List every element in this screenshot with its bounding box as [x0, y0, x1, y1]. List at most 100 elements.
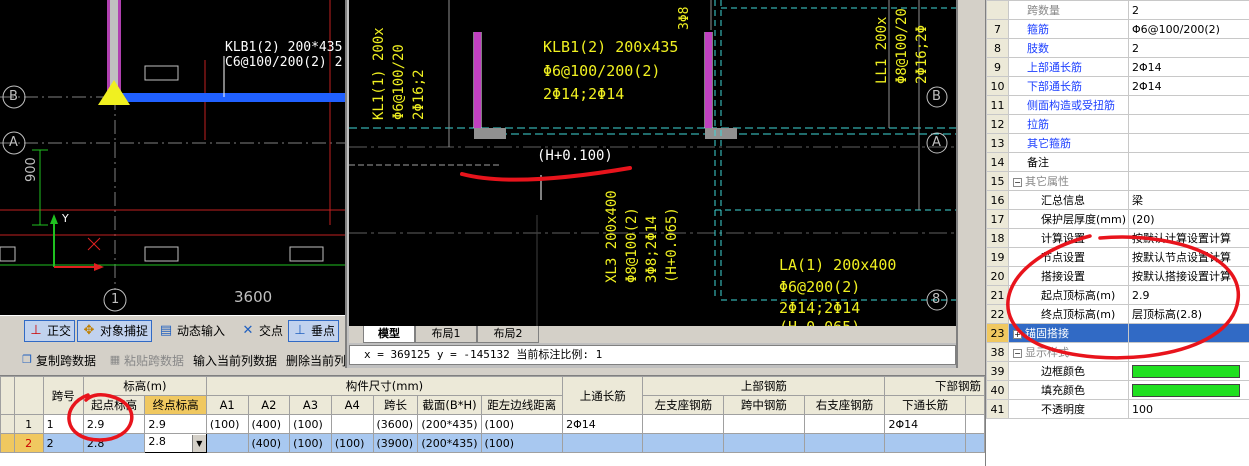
property-name-cell[interactable]: 保护层厚度(mm) [1008, 209, 1129, 229]
cell-start-elev[interactable]: 2.8 [82, 433, 146, 453]
property-name-cell[interactable]: 搭接设置 [1008, 266, 1129, 286]
property-value[interactable] [1128, 342, 1249, 362]
tab-layout2[interactable]: 布局2 [477, 326, 539, 343]
cell-right-support[interactable] [803, 433, 886, 453]
cell-span[interactable]: 1 [42, 414, 84, 434]
header-section[interactable]: 截面(B*H) [417, 395, 482, 415]
cell-a3[interactable]: (100) [289, 414, 332, 434]
cell-end-elev-editor[interactable]: 2.8 ▼ [144, 433, 207, 453]
header-top-through[interactable]: 上通长筋 [562, 376, 644, 415]
property-row[interactable]: 7 箍筋 Φ6@100/200(2) [986, 19, 1249, 39]
dropdown-arrow-icon[interactable]: ▼ [191, 434, 206, 452]
property-row[interactable]: 39 边框颜色 [986, 361, 1249, 381]
header-a1[interactable]: A1 [205, 395, 249, 415]
property-row[interactable]: 22 终点顶标高(m) 层顶标高(2.8) [986, 304, 1249, 324]
property-value[interactable]: 2.9 [1128, 285, 1249, 305]
cell-left-support[interactable] [642, 433, 725, 453]
property-value[interactable] [1128, 323, 1249, 343]
property-row[interactable]: 9 上部通长筋 2Φ14 [986, 57, 1249, 77]
property-value[interactable]: Φ6@100/200(2) [1128, 19, 1249, 39]
header-a3[interactable]: A3 [289, 395, 332, 415]
property-name-cell[interactable]: 起点顶标高(m) [1008, 285, 1129, 305]
property-row[interactable]: 16 汇总信息 梁 [986, 190, 1249, 210]
property-value[interactable]: 100 [1128, 399, 1249, 419]
cell-left-distance[interactable]: (100) [480, 433, 564, 453]
property-value[interactable]: 2Φ14 [1128, 57, 1249, 77]
property-name-cell[interactable]: 拉筋 [1008, 114, 1129, 134]
ortho-toggle[interactable]: ⊥ 正交 [24, 320, 76, 342]
collapse-icon[interactable]: − [1013, 178, 1022, 187]
delete-column-button[interactable]: 删除当前列 [270, 352, 346, 370]
header-bottom-through[interactable]: 下通长筋 [884, 395, 966, 415]
header-start-elev[interactable]: 起点标高 [82, 395, 146, 415]
property-value[interactable]: 按默认计算设置计算 [1128, 228, 1249, 248]
tab-model[interactable]: 模型 [363, 326, 415, 343]
property-name-cell[interactable]: 下部通长筋 [1008, 76, 1129, 96]
property-row[interactable]: 跨数量 2 [986, 0, 1249, 20]
property-value[interactable] [1128, 114, 1249, 134]
header-elevation[interactable]: 标高(m) [82, 376, 207, 396]
cell-left-distance[interactable]: (100) [480, 414, 564, 434]
expand-icon[interactable]: + [1013, 330, 1022, 339]
cell-top-through[interactable]: 2Φ14 [562, 414, 644, 434]
cell-left-support[interactable] [642, 414, 725, 434]
cell-a4[interactable]: (100) [330, 433, 374, 453]
cell-section[interactable]: (200*435) [417, 414, 482, 434]
cell-a2[interactable]: (400) [247, 414, 291, 434]
property-name-cell[interactable]: 边框颜色 [1008, 361, 1129, 381]
property-row[interactable]: 15− 其它属性 [986, 171, 1249, 191]
property-name-cell[interactable]: 汇总信息 [1008, 190, 1129, 210]
cell-end-elev[interactable]: 2.9 [144, 414, 207, 434]
cell-span[interactable]: 2 [42, 433, 84, 453]
property-row[interactable]: 23 + 锚固搭接 [986, 323, 1249, 343]
property-name-cell[interactable]: 箍筋 [1008, 19, 1129, 39]
header-right-support[interactable]: 右支座钢筋 [803, 395, 886, 415]
cell-a1[interactable]: (100) [205, 414, 249, 434]
header-top-rebar[interactable]: 上部钢筋 [642, 376, 886, 396]
property-name-cell[interactable]: 侧面构造或受扭筋 [1008, 95, 1129, 115]
cell-bottom-through[interactable] [884, 433, 966, 453]
cell-mid-span[interactable] [723, 414, 805, 434]
header-left-support[interactable]: 左支座钢筋 [642, 395, 725, 415]
property-row[interactable]: 38− 显示样式 [986, 342, 1249, 362]
property-value[interactable] [1128, 171, 1249, 191]
property-row[interactable]: 17 保护层厚度(mm) (20) [986, 209, 1249, 229]
cell-span-length[interactable]: (3600) [372, 414, 419, 434]
property-row[interactable]: 10 下部通长筋 2Φ14 [986, 76, 1249, 96]
property-value[interactable] [1128, 133, 1249, 153]
cell-span-length[interactable]: (3900) [372, 433, 419, 453]
property-value[interactable] [1128, 95, 1249, 115]
property-value[interactable]: 按默认搭接设置计算 [1128, 266, 1249, 286]
property-value[interactable] [1128, 380, 1249, 400]
header-a4[interactable]: A4 [330, 395, 374, 415]
property-name-cell[interactable]: 其它箍筋 [1008, 133, 1129, 153]
property-value[interactable]: 按默认节点设置计算 [1128, 247, 1249, 267]
property-value[interactable]: 2 [1128, 38, 1249, 58]
cell-a4[interactable] [330, 414, 374, 434]
cell-right-support[interactable] [803, 414, 886, 434]
property-row[interactable]: 18 计算设置 按默认计算设置计算 [986, 228, 1249, 248]
cell-section[interactable]: (200*435) [417, 433, 482, 453]
property-row[interactable]: 20 搭接设置 按默认搭接设置计算 [986, 266, 1249, 286]
tab-layout1[interactable]: 布局1 [415, 326, 477, 343]
property-value[interactable]: 层顶标高(2.8) [1128, 304, 1249, 324]
row-number[interactable]: 2 [13, 433, 44, 453]
property-name-cell[interactable]: 节点设置 [1008, 247, 1129, 267]
property-name-cell[interactable]: 填充颜色 [1008, 380, 1129, 400]
property-name-cell[interactable]: − 显示样式 [1008, 342, 1129, 362]
property-name-cell[interactable]: 终点顶标高(m) [1008, 304, 1129, 324]
property-name-cell[interactable]: 备注 [1008, 152, 1129, 172]
cell-mid-span[interactable] [723, 433, 805, 453]
intersection-snap[interactable]: ✕ 交点 [236, 320, 288, 342]
dynamic-input-toggle[interactable]: ▤ 动态输入 [154, 320, 230, 342]
cell-a2[interactable]: (400) [247, 433, 291, 453]
cell-start-elev[interactable]: 2.9 [82, 414, 146, 434]
property-value[interactable] [1128, 152, 1249, 172]
collapse-icon[interactable]: − [1013, 349, 1022, 358]
header-size[interactable]: 构件尺寸(mm) [205, 376, 564, 396]
header-bottom-rebar[interactable]: 下部钢筋 [884, 376, 985, 396]
header-mid-span[interactable]: 跨中钢筋 [723, 395, 805, 415]
property-row[interactable]: 21 起点顶标高(m) 2.9 [986, 285, 1249, 305]
color-swatch[interactable] [1132, 383, 1240, 397]
cad-left-viewport[interactable]: KLB1(2) 200*435 C6@100/200(2) 2 B A 1 90… [0, 0, 348, 315]
